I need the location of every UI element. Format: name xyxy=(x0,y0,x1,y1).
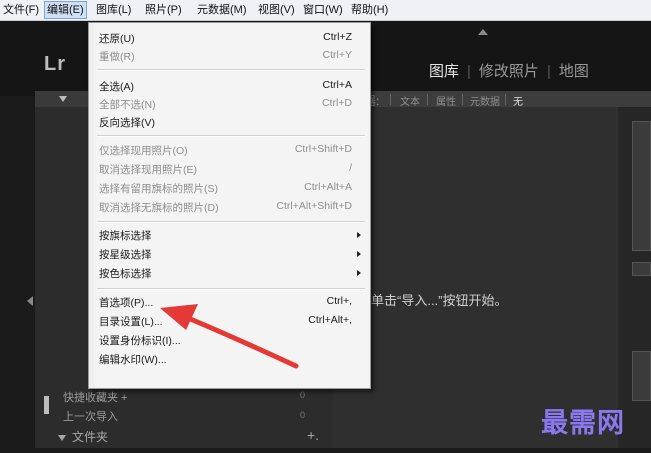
submenu-arrow-icon xyxy=(357,251,361,257)
menu-item-select-all[interactable]: 全选(A) Ctrl+A xyxy=(89,77,370,95)
menu-separator xyxy=(97,135,365,137)
filter-none[interactable]: 无 xyxy=(513,93,523,108)
menu-item-select-by-color[interactable]: 按色标选择 xyxy=(89,264,370,282)
folders-label: 文件夹 xyxy=(72,430,109,444)
collapse-top-panel-icon[interactable] xyxy=(478,29,488,35)
menu-item-invert-selection[interactable]: 反向选择(V) xyxy=(89,113,370,131)
module-picker: 图库 | 修改照片 | 地图 xyxy=(429,60,589,81)
folders-section-header[interactable]: 文件夹 xyxy=(58,428,108,445)
menu-item-redo: 重做(R) Ctrl+Y xyxy=(99,49,352,63)
empty-library-message: 单击“导入...”按钮开始。 xyxy=(371,293,508,308)
filter-divider xyxy=(390,94,391,105)
filter-attribute[interactable]: 属性 xyxy=(436,93,456,108)
collection-last-import[interactable]: 上一次导入 xyxy=(63,408,118,424)
left-panel-toggle-icon[interactable] xyxy=(27,296,33,306)
menu-library[interactable]: 图库(L) xyxy=(96,3,131,17)
module-map[interactable]: 地图 xyxy=(559,60,589,81)
menu-bar: 文件(F) 编辑(E) 图库(L) 照片(P) 元数据(M) 视图(V) 窗口(… xyxy=(0,0,651,21)
filter-divider xyxy=(427,94,428,105)
menu-window[interactable]: 窗口(W) xyxy=(303,3,343,17)
menu-photo[interactable]: 照片(P) xyxy=(145,3,182,17)
collection-quick[interactable]: 快捷收藏夹 + xyxy=(63,389,127,405)
submenu-arrow-icon xyxy=(357,232,361,238)
menu-item-edit-watermarks[interactable]: 编辑水印(W)... xyxy=(89,350,370,368)
submenu-arrow-icon xyxy=(357,270,361,276)
menu-item-select-by-flag[interactable]: 按旗标选择 xyxy=(89,226,370,244)
menu-edit[interactable]: 编辑(E) xyxy=(44,1,87,19)
menu-item-select-by-rating[interactable]: 按星级选择 xyxy=(89,245,370,263)
photo-grid[interactable] xyxy=(333,107,618,448)
menu-separator xyxy=(97,221,365,223)
menu-view[interactable]: 视图(V) xyxy=(258,3,295,17)
module-library[interactable]: 图库 xyxy=(429,60,459,81)
filter-divider xyxy=(462,94,463,105)
edit-menu-dropdown: 还原(U) Ctrl+Z 重做(R) Ctrl+Y 全选(A) Ctrl+A 全部不选… xyxy=(88,22,371,389)
menu-file[interactable]: 文件(F) xyxy=(3,3,39,17)
navigator-collapse-icon[interactable] xyxy=(59,96,67,102)
right-panel-section[interactable] xyxy=(632,121,651,251)
menu-item-undo[interactable]: 还原(U) Ctrl+Z xyxy=(89,29,370,47)
menu-item-select-flagged: 选择有留用旗标的照片(S) Ctrl+Alt+A xyxy=(99,181,352,195)
menu-separator xyxy=(97,288,365,290)
filter-text[interactable]: 文本 xyxy=(400,93,420,108)
site-watermark: 最需网 xyxy=(541,408,625,439)
scroll-indicator[interactable] xyxy=(44,396,49,414)
menu-separator xyxy=(97,69,365,71)
module-divider: | xyxy=(546,63,551,80)
right-panel-section[interactable] xyxy=(632,351,651,401)
collection-count: 0 xyxy=(300,390,306,400)
collection-count: 0 xyxy=(300,410,306,420)
menu-item-deselect-active: 取消选择现用照片(E) / xyxy=(99,162,352,176)
lightroom-logo: Lr xyxy=(44,53,66,75)
module-develop[interactable]: 修改照片 xyxy=(479,60,539,81)
menu-metadata[interactable]: 元数据(M) xyxy=(197,3,247,17)
filter-metadata[interactable]: 元数据 xyxy=(470,93,500,108)
library-filter-bar: 过滤器: 文本 属性 元数据 无 xyxy=(333,91,651,108)
expand-triangle-icon xyxy=(58,434,66,441)
menu-item-preferences[interactable]: 首选项(P)... Ctrl+, xyxy=(89,293,370,311)
menu-help[interactable]: 帮助(H) xyxy=(351,3,388,17)
module-divider: | xyxy=(467,63,471,80)
menu-item-select-active-only: 仅选择现用照片(O) Ctrl+Shift+D xyxy=(99,143,352,157)
right-panel-button[interactable] xyxy=(632,262,651,276)
menu-item-identity-plate[interactable]: 设置身份标识(I)... xyxy=(89,331,370,349)
menu-item-deselect-unflagged: 取消选择无旗标的照片(D) Ctrl+Alt+Shift+D xyxy=(99,200,352,214)
filter-divider xyxy=(505,94,506,105)
add-folder-button[interactable]: +. xyxy=(307,427,319,443)
menu-item-select-none: 全部不选(N) Ctrl+D xyxy=(99,97,352,111)
menu-item-catalog-settings[interactable]: 目录设置(L)... Ctrl+Alt+, xyxy=(89,312,370,330)
